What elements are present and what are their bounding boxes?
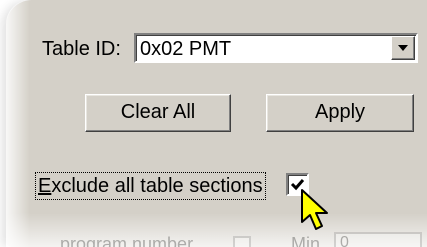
faded-bottom-row: program number Min 0 bbox=[0, 228, 427, 247]
screenshot-stage: Table ID: 0x02 PMT Clear All Apply Exclu… bbox=[0, 0, 427, 247]
dropdown-button[interactable] bbox=[391, 36, 415, 60]
program-number-checkbox[interactable] bbox=[233, 236, 251, 247]
clear-all-button[interactable]: Clear All bbox=[85, 94, 231, 132]
program-number-label: program number bbox=[60, 234, 194, 247]
exclude-all-sections-label[interactable]: Exclude all table sections bbox=[35, 172, 266, 200]
panel-fade-left bbox=[6, 0, 30, 247]
apply-button[interactable]: Apply bbox=[266, 94, 414, 132]
chevron-down-icon bbox=[398, 45, 408, 51]
table-id-value: 0x02 PMT bbox=[140, 38, 232, 60]
min-label: Min bbox=[291, 234, 321, 247]
exclude-label-mnemonic: E bbox=[38, 175, 52, 197]
min-input[interactable]: 0 bbox=[334, 232, 422, 247]
exclude-label-text: xclude all table sections bbox=[51, 175, 263, 197]
table-id-select[interactable]: 0x02 PMT bbox=[134, 33, 418, 63]
table-id-label: Table ID: bbox=[42, 38, 121, 60]
min-value: 0 bbox=[340, 234, 349, 247]
